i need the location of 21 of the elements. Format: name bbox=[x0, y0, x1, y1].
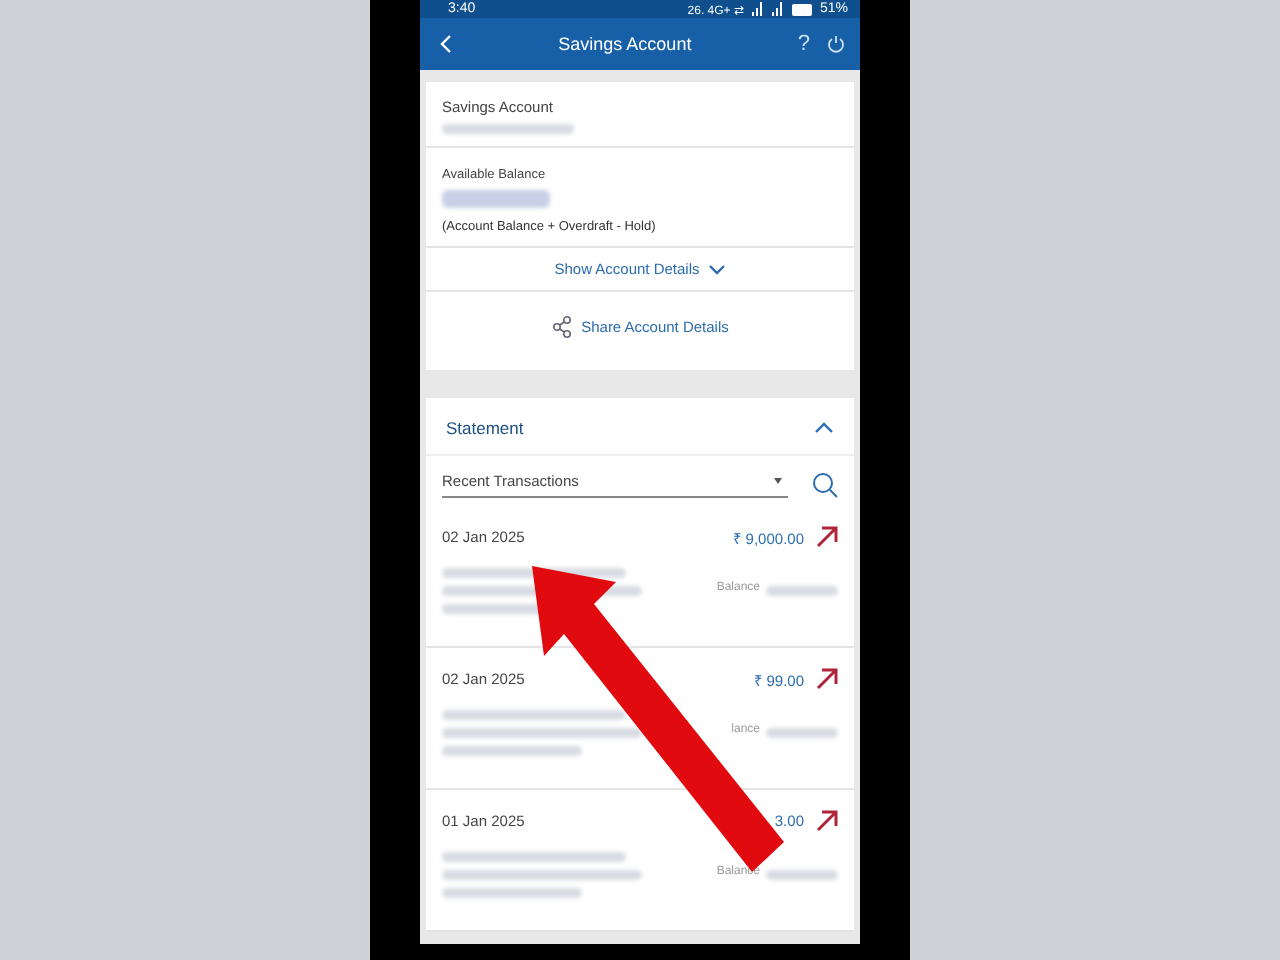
chevron-icon[interactable] bbox=[814, 422, 834, 434]
arrow-up-right-icon bbox=[816, 810, 838, 832]
power-icon[interactable] bbox=[826, 34, 846, 55]
signal-icon bbox=[749, 2, 786, 17]
blurred-text bbox=[766, 586, 838, 596]
help-button[interactable]: ? bbox=[797, 32, 810, 57]
blurred-text bbox=[442, 888, 582, 898]
blurred-text bbox=[442, 124, 574, 134]
blurred-text bbox=[442, 746, 582, 756]
battery-icon bbox=[791, 3, 814, 16]
statement-title: Statement bbox=[446, 418, 524, 438]
blurred-text bbox=[766, 728, 838, 738]
chevron-down-icon bbox=[707, 263, 726, 275]
arrow-up-right-icon bbox=[816, 526, 838, 548]
search-icon[interactable] bbox=[812, 472, 838, 498]
back-icon[interactable] bbox=[440, 34, 452, 55]
share-icon bbox=[551, 316, 572, 338]
arrow-up-right-icon bbox=[816, 668, 838, 690]
blurred-text bbox=[442, 190, 550, 208]
screen-title: Savings Account bbox=[556, 34, 694, 55]
blurred-text bbox=[766, 870, 838, 880]
